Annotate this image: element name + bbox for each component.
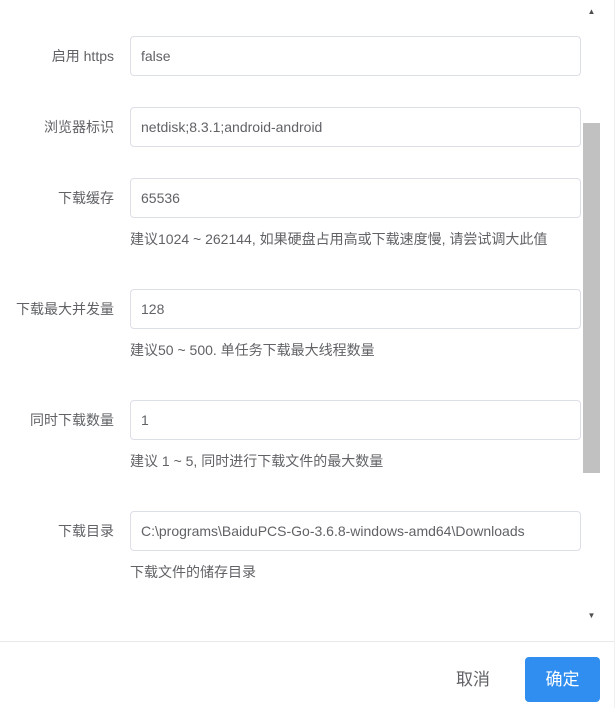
https-input[interactable]: false — [130, 36, 581, 76]
download-dir-help: 下载文件的储存目录 — [130, 564, 256, 580]
cancel-button[interactable]: 取消 — [440, 657, 506, 702]
field-label-user-agent: 浏览器标识 — [44, 119, 114, 135]
confirm-button[interactable]: 确定 — [525, 657, 600, 702]
max-concurrency-help: 建议50 ~ 500. 单任务下载最大线程数量 — [130, 342, 375, 358]
scrollbar-thumb[interactable] — [583, 123, 600, 473]
simultaneous-downloads-input[interactable]: 1 — [130, 400, 581, 440]
scroll-down-arrow-icon[interactable]: ▼ — [583, 609, 600, 623]
field-label-simultaneous-downloads: 同时下载数量 — [30, 412, 114, 428]
field-label-download-dir: 下载目录 — [58, 523, 114, 539]
user-agent-input[interactable]: netdisk;8.3.1;android-android — [130, 107, 581, 147]
max-concurrency-input[interactable]: 128 — [130, 289, 581, 329]
simultaneous-downloads-help: 建议 1 ~ 5, 同时进行下载文件的最大数量 — [130, 453, 384, 469]
scroll-up-arrow-icon[interactable]: ▲ — [583, 5, 600, 19]
download-cache-help: 建议1024 ~ 262144, 如果硬盘占用高或下载速度慢, 请尝试调大此值 — [130, 231, 548, 247]
download-dir-input[interactable]: C:\programs\BaiduPCS-Go-3.6.8-windows-am… — [130, 511, 581, 551]
field-label-https: 启用 https — [51, 48, 114, 64]
vertical-scrollbar[interactable]: ▲ ▼ — [583, 5, 600, 623]
footer-divider — [0, 641, 615, 642]
field-label-download-cache: 下载缓存 — [58, 190, 114, 206]
settings-form: 启用 https false 浏览器标识 netdisk;8.3.1;andro… — [0, 0, 600, 623]
download-cache-input[interactable]: 65536 — [130, 178, 581, 218]
field-label-max-concurrency: 下载最大并发量 — [16, 301, 114, 317]
